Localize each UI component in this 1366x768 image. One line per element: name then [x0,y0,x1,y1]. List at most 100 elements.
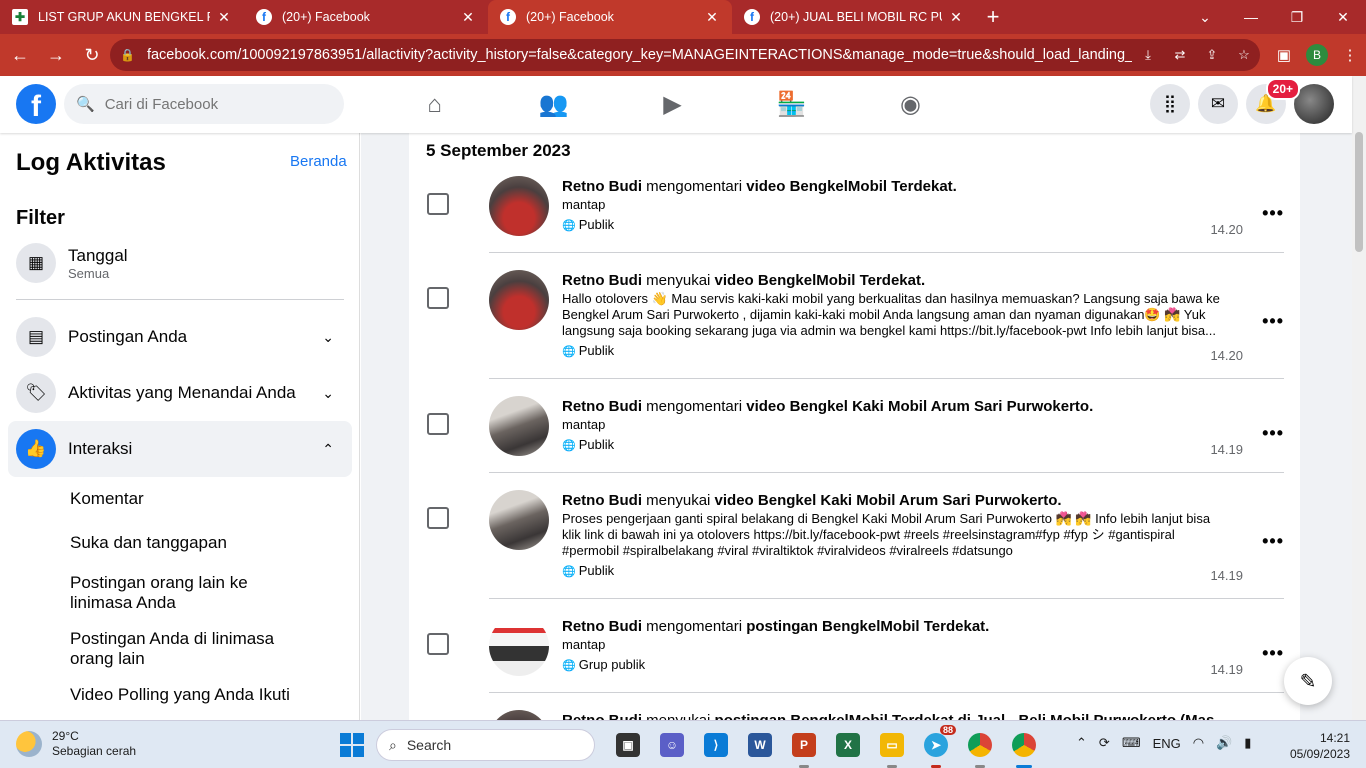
activity-headline[interactable]: Retno Budi menyukai video Bengkel Kaki M… [562,491,1227,511]
sidebar-item-tagged[interactable]: 🏷 Aktivitas yang Menandai Anda ⌄ [8,365,352,421]
wifi-icon[interactable]: ◠ [1193,735,1204,751]
watch-icon[interactable]: ▶ [613,76,732,133]
activity-thumbnail[interactable] [489,616,549,676]
new-tab-button[interactable]: + [976,0,1010,34]
tab-search-icon[interactable]: ⌄ [1182,0,1228,34]
more-options-icon[interactable]: ••• [1262,203,1284,224]
chat-icon[interactable]: ☺ [650,728,694,762]
search-input[interactable] [104,95,325,113]
back-icon[interactable]: ← [4,39,36,71]
activity-thumbnail[interactable] [489,490,549,550]
bookmark-star-icon[interactable]: ☆ [1228,47,1260,63]
facebook-logo[interactable]: f [16,84,56,124]
sidebar-item-your-posts[interactable]: ▤ Postingan Anda ⌄ [8,309,352,365]
side-panel-icon[interactable]: ▣ [1268,39,1300,71]
activity-object: video Bengkel Kaki Mobil Arum Sari Purwo… [714,492,1062,509]
activity-verb: mengomentari [646,398,743,415]
chrome-icon[interactable] [958,728,1002,768]
telegram-icon[interactable]: ➤ 88 [914,725,958,768]
menu-kebab-icon[interactable]: ⋮ [1334,39,1366,71]
activity-thumbnail[interactable] [489,710,549,720]
scrollbar-thumb[interactable] [1355,132,1363,252]
sidebar-subitem-others-posts[interactable]: Postingan orang lain ke linimasa Anda [70,573,310,613]
chevron-up-icon[interactable]: ⌃ [1076,735,1087,751]
url-text[interactable]: facebook.com/100092197863951/allactivity… [147,47,1132,63]
more-options-icon[interactable]: ••• [1262,311,1284,332]
new-message-button[interactable]: ✎ [1284,657,1332,705]
messenger-button[interactable]: ✉ [1198,84,1238,124]
chrome-profile-icon[interactable] [1002,728,1046,768]
close-window-icon[interactable]: ✕ [1320,0,1366,34]
browser-tab[interactable]: f (20+) Facebook ✕ [244,0,488,34]
groups-icon[interactable]: ◉ [851,76,970,133]
lock-icon[interactable]: 🔒 [120,48,135,62]
share-icon[interactable]: ⇪ [1196,47,1228,63]
browser-tab[interactable]: f (20+) JUAL BELI MOBIL RC PURW ✕ [732,0,976,34]
weather-widget[interactable]: 29°C Sebagian cerah [16,729,136,759]
reload-icon[interactable]: ↻ [76,39,108,71]
sidebar-subitem-video-polls[interactable]: Video Polling yang Anda Ikuti [70,685,310,705]
excel-icon[interactable]: X [826,728,870,762]
volume-icon[interactable]: 🔊 [1216,735,1232,751]
close-tab-icon[interactable]: ✕ [704,9,720,26]
battery-icon[interactable]: ▮ [1244,735,1251,751]
account-avatar[interactable] [1294,84,1334,124]
activity-thumbnail[interactable] [489,176,549,236]
home-link[interactable]: Beranda [290,153,347,170]
translate-icon[interactable]: ⇄ [1164,47,1196,63]
activity-time: 14.20 [1210,222,1243,237]
notifications-button[interactable]: 🔔 20+ [1246,78,1300,124]
vscode-icon[interactable]: ⟩ [694,728,738,762]
activity-headline[interactable]: Retno Budi mengomentari video Bengkel Ka… [562,397,1227,417]
facebook-search[interactable]: 🔍 [64,84,344,124]
activity-headline[interactable]: Retno Budi menyukai video BengkelMobil T… [562,271,1227,291]
marketplace-icon[interactable]: 🏪 [732,76,851,133]
select-checkbox[interactable] [427,193,449,215]
date-filter[interactable]: ▦ Tanggal Semua [8,235,352,291]
word-icon[interactable]: W [738,728,782,762]
system-clock[interactable]: 14:21 05/09/2023 [1290,730,1350,762]
close-tab-icon[interactable]: ✕ [460,9,476,26]
menu-grid-button[interactable]: ⣿ [1150,84,1190,124]
close-tab-icon[interactable]: ✕ [948,9,964,26]
taskbar-search[interactable]: ⌕ Search [376,729,595,761]
friends-icon[interactable]: 👥 [494,76,613,133]
activity-headline[interactable]: Retno Budi mengomentari video BengkelMob… [562,177,1227,197]
activity-headline[interactable]: Retno Budi mengomentari postingan Bengke… [562,617,1227,637]
more-options-icon[interactable]: ••• [1262,531,1284,552]
page-scrollbar[interactable] [1352,76,1366,720]
select-checkbox[interactable] [427,507,449,529]
home-icon[interactable]: ⌂ [375,76,494,133]
windows-start-icon[interactable] [340,733,364,757]
sidebar-subitem-your-posts-elsewhere[interactable]: Postingan Anda di linimasa orang lain [70,629,310,669]
activity-headline[interactable]: Retno Budi menyukai postingan BengkelMob… [562,711,1227,720]
address-bar[interactable]: 🔒 facebook.com/100092197863951/allactivi… [110,39,1260,71]
file-explorer-icon[interactable]: ▭ [870,728,914,768]
sidebar-subitem-likes[interactable]: Suka dan tanggapan [70,533,310,553]
select-checkbox[interactable] [427,287,449,309]
minimize-icon[interactable]: — [1228,0,1274,34]
activity-thumbnail[interactable] [489,396,549,456]
task-view-icon[interactable]: ▣ [606,728,650,762]
select-checkbox[interactable] [427,633,449,655]
date-heading: 5 September 2023 [426,141,571,160]
more-options-icon[interactable]: ••• [1262,423,1284,444]
keyboard-icon[interactable]: ⌨ [1122,735,1141,751]
profile-avatar[interactable]: B [1306,44,1328,66]
install-icon[interactable]: ⤓ [1132,47,1164,63]
sidebar-item-interactions[interactable]: 👍 Interaksi ⌃ [8,421,352,477]
sidebar-subitem-comments[interactable]: Komentar [70,489,310,509]
calendar-icon: ▦ [16,243,56,283]
sidebar-item-label: Postingan Anda [68,327,188,346]
powerpoint-icon[interactable]: P [782,728,826,768]
language-indicator[interactable]: ENG [1153,736,1181,751]
maximize-icon[interactable]: ❐ [1274,0,1320,34]
close-tab-icon[interactable]: ✕ [216,9,232,26]
select-checkbox[interactable] [427,413,449,435]
browser-tab-active[interactable]: f (20+) Facebook ✕ [488,0,732,34]
browser-tab[interactable]: ✚ LIST GRUP AKUN BENGKEL PURW ✕ [0,0,244,34]
sync-icon[interactable]: ⟳ [1099,735,1110,751]
forward-icon[interactable]: → [40,39,72,71]
activity-thumbnail[interactable] [489,270,549,330]
more-options-icon[interactable]: ••• [1262,643,1284,664]
